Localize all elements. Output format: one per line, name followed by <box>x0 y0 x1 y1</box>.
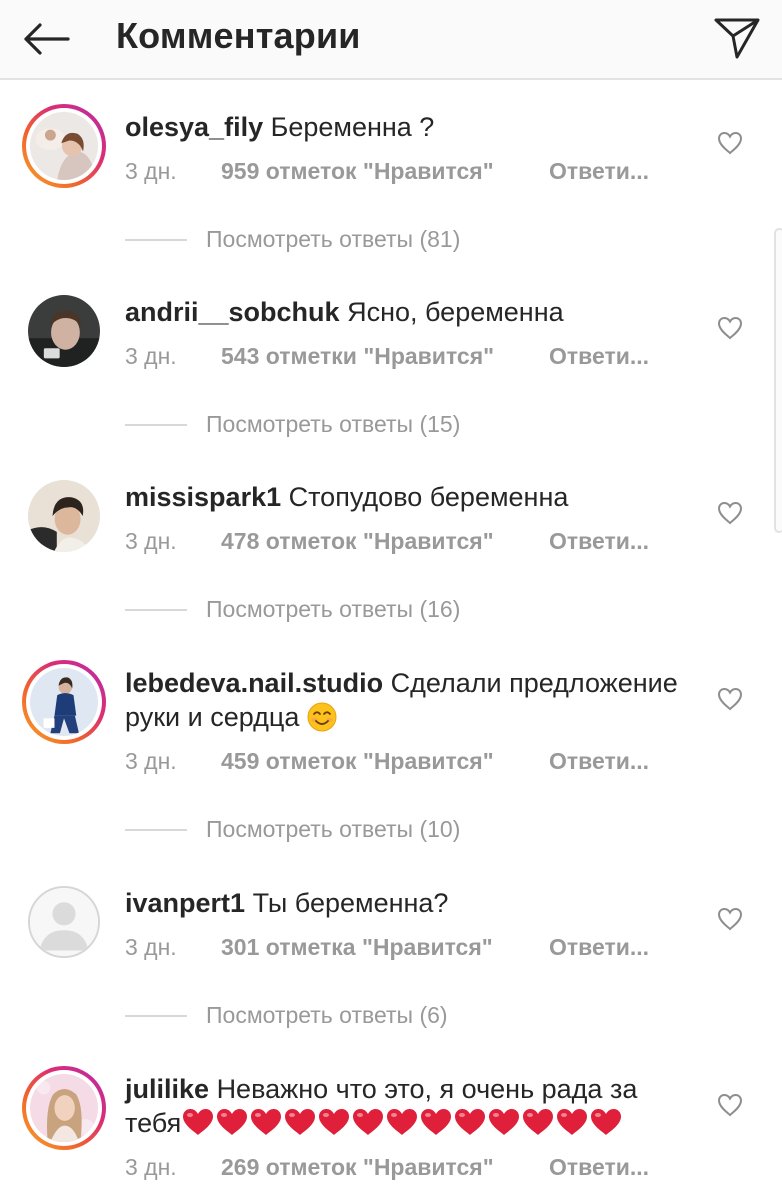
view-replies-button[interactable]: Посмотреть ответы (6) <box>125 998 625 1032</box>
comment-body: Ясно, беременна <box>347 297 564 327</box>
comment-likes-count[interactable]: 959 отметок "Нравится" <box>221 154 494 188</box>
red-heart-emoji <box>183 1109 214 1135</box>
heart-outline-icon <box>717 1093 743 1117</box>
reply-button[interactable]: Ответи... <box>549 1150 649 1184</box>
comment-time: 3 дн. <box>125 158 177 184</box>
view-replies-label: Посмотреть ответы (6) <box>206 1002 448 1028</box>
like-button[interactable] <box>714 684 746 714</box>
comment-username[interactable]: julilike <box>125 1074 209 1104</box>
view-replies-button[interactable]: Посмотреть ответы (16) <box>125 592 625 626</box>
comment-body: Беременна ? <box>270 112 435 142</box>
reply-button[interactable]: Ответи... <box>549 524 649 558</box>
comment-username[interactable]: olesya_fily <box>125 112 263 142</box>
comment-likes-count[interactable]: 543 отметки "Нравится" <box>221 339 494 373</box>
view-replies-label: Посмотреть ответы (16) <box>206 596 461 622</box>
red-heart-emoji <box>421 1109 452 1135</box>
scrollbar[interactable] <box>774 228 782 533</box>
avatar[interactable] <box>22 660 106 744</box>
heart-outline-icon <box>717 907 743 931</box>
reply-button[interactable]: Ответи... <box>549 930 649 964</box>
avatar[interactable] <box>22 289 106 373</box>
comment-time: 3 дн. <box>125 934 177 960</box>
comment-meta: 3 дн. 959 отметок "Нравится" Ответи... <box>125 154 685 188</box>
comment-text: ivanpert1 Ты беременна? <box>125 886 685 920</box>
heart-outline-icon <box>717 131 743 155</box>
replies-divider <box>125 239 187 241</box>
comment-time: 3 дн. <box>125 748 177 774</box>
red-heart-emoji <box>319 1109 350 1135</box>
replies-divider <box>125 424 187 426</box>
smiling-face-emoji <box>307 702 337 732</box>
comment-username[interactable]: missispark1 <box>125 482 281 512</box>
replies-divider <box>125 609 187 611</box>
red-heart-emoji <box>591 1109 622 1135</box>
share-button[interactable] <box>706 10 768 66</box>
comment-username[interactable]: andrii__sobchuk <box>125 297 340 327</box>
page-title: Комментарии <box>116 15 361 56</box>
reply-button[interactable]: Ответи... <box>549 744 649 778</box>
heart-outline-icon <box>717 316 743 340</box>
like-button[interactable] <box>714 313 746 343</box>
comment-meta: 3 дн. 269 отметок "Нравится" Ответи... <box>125 1150 685 1184</box>
comment-username[interactable]: lebedeva.nail.studio <box>125 668 383 698</box>
comment-time: 3 дн. <box>125 1154 177 1180</box>
hearts-emoji-row <box>181 1107 623 1145</box>
avatar[interactable] <box>22 104 106 188</box>
paper-plane-icon <box>714 18 760 59</box>
default-avatar-icon <box>30 888 98 956</box>
comment-likes-count[interactable]: 459 отметок "Нравится" <box>221 744 494 778</box>
reply-button[interactable]: Ответи... <box>549 339 649 373</box>
comment-body: Ты беременна? <box>252 888 449 918</box>
red-heart-emoji <box>217 1109 248 1135</box>
avatar[interactable] <box>22 1066 106 1150</box>
replies-divider <box>125 1015 187 1017</box>
red-heart-emoji <box>285 1109 316 1135</box>
view-replies-button[interactable]: Посмотреть ответы (10) <box>125 812 625 846</box>
red-heart-emoji <box>387 1109 418 1135</box>
red-heart-emoji <box>523 1109 554 1135</box>
comment-meta: 3 дн. 478 отметок "Нравится" Ответи... <box>125 524 685 558</box>
comment-likes-count[interactable]: 478 отметок "Нравится" <box>221 524 494 558</box>
comment-likes-count[interactable]: 269 отметок "Нравится" <box>221 1150 494 1184</box>
heart-outline-icon <box>717 501 743 525</box>
avatar[interactable] <box>22 474 106 558</box>
comment-meta: 3 дн. 301 отметка "Нравится" Ответи... <box>125 930 685 964</box>
red-heart-emoji <box>557 1109 588 1135</box>
comment-time: 3 дн. <box>125 343 177 369</box>
back-button[interactable] <box>18 14 74 64</box>
view-replies-label: Посмотреть ответы (10) <box>206 816 461 842</box>
reply-button[interactable]: Ответи... <box>549 154 649 188</box>
comment-text: julilike Неважно что это, я очень рада з… <box>125 1072 685 1145</box>
arrow-left-icon <box>24 23 70 55</box>
comment-text: lebedeva.nail.studio Сделали предложение… <box>125 666 685 734</box>
red-heart-emoji <box>251 1109 282 1135</box>
like-button[interactable] <box>714 904 746 934</box>
red-heart-emoji <box>489 1109 520 1135</box>
replies-divider <box>125 829 187 831</box>
red-heart-emoji <box>353 1109 384 1135</box>
comment-text: andrii__sobchuk Ясно, беременна <box>125 295 685 329</box>
comment-time: 3 дн. <box>125 528 177 554</box>
like-button[interactable] <box>714 128 746 158</box>
view-replies-button[interactable]: Посмотреть ответы (15) <box>125 407 625 441</box>
comment-text: missispark1 Стопудово беременна <box>125 480 685 514</box>
comment-username[interactable]: ivanpert1 <box>125 888 245 918</box>
view-replies-label: Посмотреть ответы (15) <box>206 411 461 437</box>
comment-likes-count[interactable]: 301 отметка "Нравится" <box>221 930 493 964</box>
comments-screen: Комментарии olesya_fily Беременна ? 3 дн… <box>0 0 782 1200</box>
comment-meta: 3 дн. 459 отметок "Нравится" Ответи... <box>125 744 685 778</box>
top-bar: Комментарии <box>0 0 782 80</box>
comment-text: olesya_fily Беременна ? <box>125 110 685 144</box>
view-replies-button[interactable]: Посмотреть ответы (81) <box>125 222 625 256</box>
like-button[interactable] <box>714 1090 746 1120</box>
heart-outline-icon <box>717 687 743 711</box>
like-button[interactable] <box>714 498 746 528</box>
comment-meta: 3 дн. 543 отметки "Нравится" Ответи... <box>125 339 685 373</box>
comment-body: Стопудово беременна <box>288 482 569 512</box>
view-replies-label: Посмотреть ответы (81) <box>206 226 461 252</box>
avatar[interactable] <box>22 880 106 964</box>
red-heart-emoji <box>455 1109 486 1135</box>
